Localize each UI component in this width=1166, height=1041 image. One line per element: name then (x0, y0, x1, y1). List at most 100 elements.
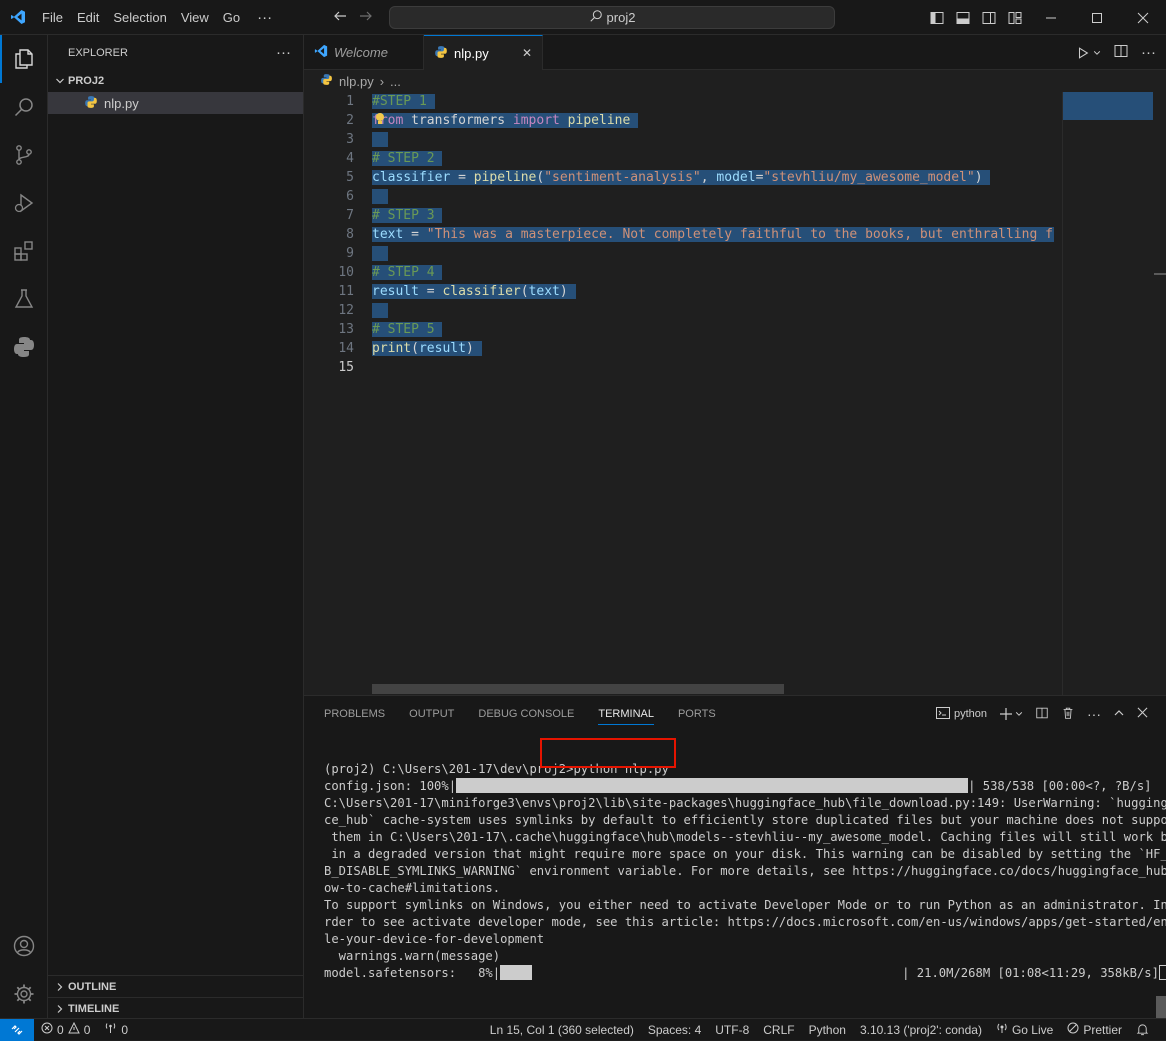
menu-view[interactable]: View (174, 0, 216, 35)
breadcrumb: nlp.py › ... (304, 70, 1166, 92)
tab-problems[interactable]: PROBLEMS (324, 708, 385, 720)
terminal-scrollbar[interactable] (1156, 996, 1166, 1018)
extensions-icon[interactable] (0, 227, 48, 275)
function-name: classifier (442, 284, 521, 299)
problems-status[interactable]: 0 0 (34, 1021, 97, 1037)
python-icon[interactable] (0, 323, 48, 371)
explorer-icon[interactable] (0, 35, 48, 83)
indentation[interactable]: Spaces: 4 (641, 1023, 708, 1037)
toggle-primary-sidebar-icon[interactable] (928, 9, 946, 27)
remote-icon[interactable] (0, 1018, 34, 1041)
minimize-icon[interactable] (1028, 0, 1074, 35)
run-debug-icon[interactable] (0, 179, 48, 227)
close-panel-icon[interactable] (1137, 707, 1148, 721)
more-actions-icon[interactable]: ··· (1087, 706, 1101, 722)
outline-section[interactable]: OUTLINE (48, 975, 304, 997)
terminal-icon (935, 706, 950, 722)
encoding[interactable]: UTF-8 (708, 1023, 756, 1037)
new-terminal-icon[interactable] (999, 707, 1023, 721)
file-name: nlp.py (104, 95, 139, 111)
code-editor[interactable]: 1 2 3 4 5 6 7 8 9 10 11 12 13 14 15 #STE… (304, 92, 1166, 695)
command-center[interactable]: proj2 (389, 6, 835, 29)
ports-count: 0 (121, 1022, 129, 1037)
timeline-section[interactable]: TIMELINE (48, 997, 304, 1019)
run-file-icon[interactable] (1076, 46, 1101, 60)
more-actions-icon[interactable]: ··· (1141, 44, 1156, 61)
tab-terminal[interactable]: TERMINAL (598, 708, 654, 725)
folder-header[interactable]: PROJ2 (48, 70, 303, 92)
notifications-bell-icon[interactable] (1129, 1023, 1156, 1036)
source-control-icon[interactable] (0, 131, 48, 179)
go-live-button[interactable]: Go Live (989, 1022, 1060, 1037)
variable: model (716, 170, 756, 185)
testing-icon[interactable] (0, 275, 48, 323)
ports-status[interactable]: 0 (97, 1022, 135, 1037)
end-of-line[interactable]: CRLF (756, 1023, 801, 1037)
terminal-line: ce_hub` cache-system uses symlinks by de… (324, 813, 1166, 827)
trash-icon[interactable] (1061, 706, 1075, 723)
horizontal-scrollbar[interactable] (372, 684, 784, 694)
warning-icon (67, 1021, 80, 1037)
split-terminal-icon[interactable] (1035, 706, 1049, 723)
customize-layout-icon[interactable] (1006, 9, 1024, 27)
menu-edit[interactable]: Edit (70, 0, 106, 35)
tab-output[interactable]: OUTPUT (409, 708, 454, 720)
menu-more[interactable]: ··· (247, 0, 282, 35)
punctuation: , (700, 170, 717, 185)
code-line: # STEP 3 (372, 206, 1054, 225)
cursor-position[interactable]: Ln 15, Col 1 (360 selected) (483, 1023, 641, 1037)
punctuation: ) (559, 284, 568, 299)
terminal-line: B_DISABLE_SYMLINKS_WARNING` environment … (324, 864, 1166, 878)
search-icon (589, 9, 603, 26)
minimap[interactable] (1062, 92, 1153, 695)
progress-stats: | 21.0M/268M [01:08<11:29, 358kB/s] (902, 966, 1159, 980)
accounts-icon[interactable] (0, 922, 48, 970)
search-view-icon[interactable] (0, 83, 48, 131)
terminal-line: in a degraded version that might require… (324, 847, 1166, 861)
terminal-line: model.safetensors: 8%| | 21.0M/268M [01:0… (324, 965, 1166, 982)
lightbulb-icon[interactable] (374, 112, 386, 129)
terminal-cursor (1158, 965, 1166, 980)
tab-debug-console[interactable]: DEBUG CONSOLE (478, 708, 574, 720)
tab-welcome[interactable]: Welcome (304, 35, 424, 70)
close-window-icon[interactable] (1120, 0, 1166, 35)
toggle-secondary-sidebar-icon[interactable] (980, 9, 998, 27)
vscode-logo-icon (0, 0, 35, 35)
error-count: 0 (57, 1022, 64, 1037)
python-interpreter[interactable]: 3.10.13 ('proj2': conda) (853, 1023, 989, 1037)
terminal-profile[interactable]: python (935, 706, 987, 722)
menu-go[interactable]: Go (216, 0, 247, 35)
terminal-output[interactable]: (proj2) C:\Users\201-17\dev\proj2>python… (324, 744, 1166, 1016)
forward-arrow-icon[interactable] (358, 8, 374, 27)
tab-label: Welcome (334, 45, 388, 60)
minimap-selection (1063, 92, 1153, 120)
close-tab-icon[interactable]: ✕ (522, 46, 532, 60)
line-number: 12 (338, 303, 354, 318)
breadcrumb-symbols[interactable]: ... (390, 74, 401, 89)
explorer-more-button[interactable]: ··· (276, 44, 291, 61)
breadcrumb-file[interactable]: nlp.py (339, 74, 374, 89)
punctuation: ( (520, 284, 529, 299)
manage-gear-icon[interactable] (0, 970, 48, 1018)
code-lines: #STEP 1 from transformers import pipelin… (372, 92, 1054, 377)
code-line: classifier = pipeline("sentiment-analysi… (372, 168, 1054, 187)
command-center-label: proj2 (606, 10, 636, 25)
split-editor-icon[interactable] (1113, 43, 1129, 62)
outline-label: OUTLINE (68, 980, 117, 993)
comment: # STEP 3 (372, 208, 435, 223)
file-item-nlp-py[interactable]: nlp.py (48, 92, 303, 114)
back-arrow-icon[interactable] (332, 8, 348, 27)
prettier-button[interactable]: Prettier (1060, 1022, 1129, 1037)
terminal-line: config.json: 100%| | 538/538 [00:00<?, ?B… (324, 778, 1152, 795)
status-bar: 0 0 0 Ln 15, Col 1 (360 selected) Spaces… (0, 1018, 1166, 1041)
function-name: pipeline (559, 113, 631, 128)
tab-nlp-py[interactable]: nlp.py ✕ (424, 35, 543, 70)
menu-selection[interactable]: Selection (106, 0, 173, 35)
tab-ports[interactable]: PORTS (678, 708, 716, 720)
maximize-icon[interactable] (1074, 0, 1120, 35)
toggle-panel-icon[interactable] (954, 9, 972, 27)
vertical-scrollbar[interactable] (1154, 273, 1166, 275)
language-mode[interactable]: Python (802, 1023, 853, 1037)
menu-file[interactable]: File (35, 0, 70, 35)
maximize-panel-icon[interactable] (1113, 707, 1125, 722)
